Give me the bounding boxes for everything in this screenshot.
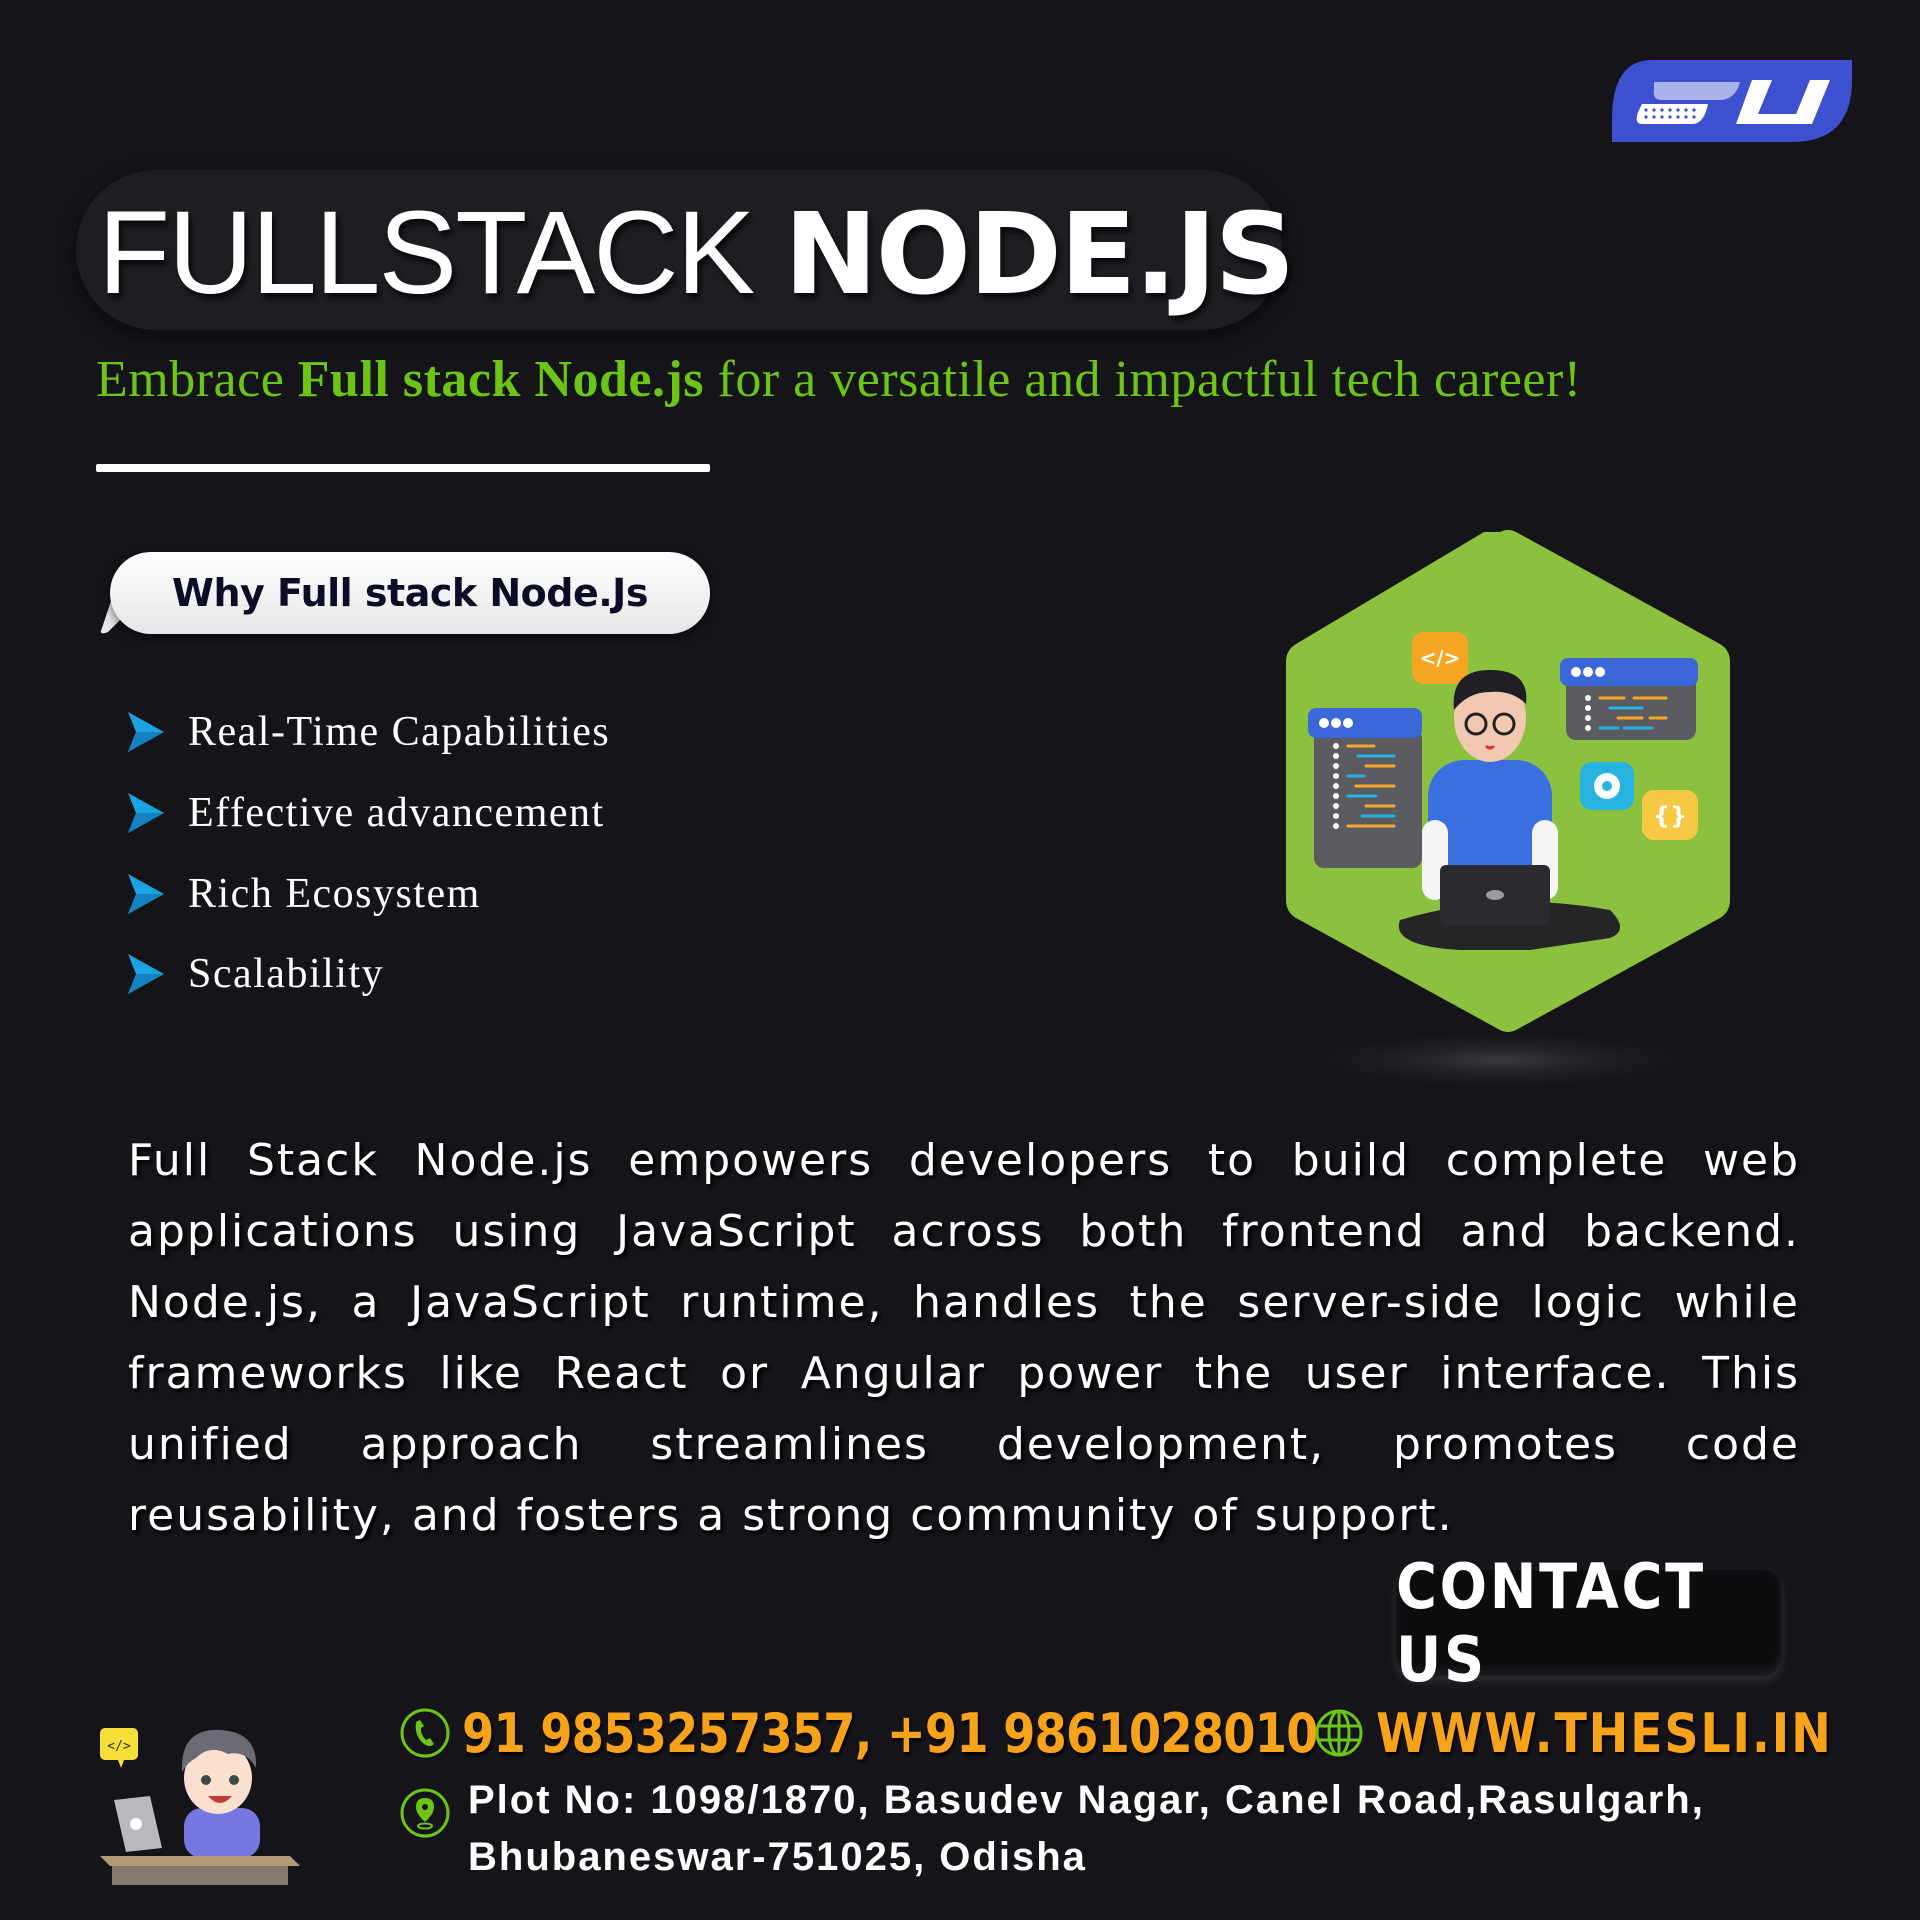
address: Plot No: 1098/1870, Basudev Nagar, Canel…	[468, 1772, 1705, 1886]
description-paragraph: Full Stack Node.js empowers developers t…	[128, 1135, 1800, 1541]
play-arrow-icon	[128, 954, 164, 994]
tagline-bold: Full stack Node.js	[297, 351, 705, 408]
website-row: WWW.THESLI.IN	[1312, 1698, 1895, 1768]
divider	[96, 464, 710, 472]
bullet-label: Rich Ecosystem	[188, 871, 481, 917]
address-line-2: Bhubaneswar-751025, Odisha	[468, 1835, 1087, 1879]
address-line-1: Plot No: 1098/1870, Basudev Nagar, Canel…	[468, 1778, 1705, 1822]
globe-icon	[1315, 1709, 1363, 1757]
tagline-suffix: for a versatile and impactful tech caree…	[704, 351, 1582, 408]
phone-numbers[interactable]: 91 9853257357, +91 9861028010	[462, 1702, 1318, 1765]
bullet-item: Rich Ecosystem	[126, 864, 481, 924]
bullet-item: Scalability	[126, 944, 384, 1004]
play-arrow-icon	[128, 793, 164, 833]
website-link[interactable]: WWW.THESLI.IN	[1376, 1702, 1833, 1765]
svg-text:</>: </>	[1420, 646, 1461, 670]
title-bold: NODE.JS	[783, 190, 1295, 320]
bullet-item: Effective advancement	[126, 783, 605, 843]
why-heading: Why Full stack Node.Js	[172, 571, 648, 615]
title-light: FULLSTACK	[98, 187, 784, 319]
bullet-label: Real-Time Capabilities	[188, 709, 611, 755]
page-title: FULLSTACK NODE.JS	[98, 187, 1295, 320]
phone-row: 91 9853257357, +91 9861028010	[398, 1698, 1457, 1768]
sli-logo[interactable]	[1612, 60, 1852, 142]
phone-icon	[400, 1708, 450, 1758]
bullet-label: Scalability	[188, 951, 385, 997]
svg-text:</>: </>	[107, 1739, 131, 1754]
location-pin-icon	[400, 1788, 450, 1838]
tagline-prefix: Embrace	[96, 351, 298, 408]
play-arrow-icon	[128, 874, 164, 914]
code-window-icon	[1314, 728, 1422, 868]
mascot-illustration: </>	[100, 1728, 300, 1885]
contact-us-button[interactable]: CONTACT US	[1396, 1550, 1782, 1696]
developer-illustration: </> {}	[1280, 530, 1730, 1092]
play-arrow-icon	[128, 712, 164, 752]
bullet-item: Real-Time Capabilities	[126, 702, 610, 762]
tagline: Embrace Full stack Node.js for a versati…	[96, 350, 1582, 409]
bullet-label: Effective advancement	[188, 790, 605, 836]
svg-text:{}: {}	[1653, 802, 1687, 830]
